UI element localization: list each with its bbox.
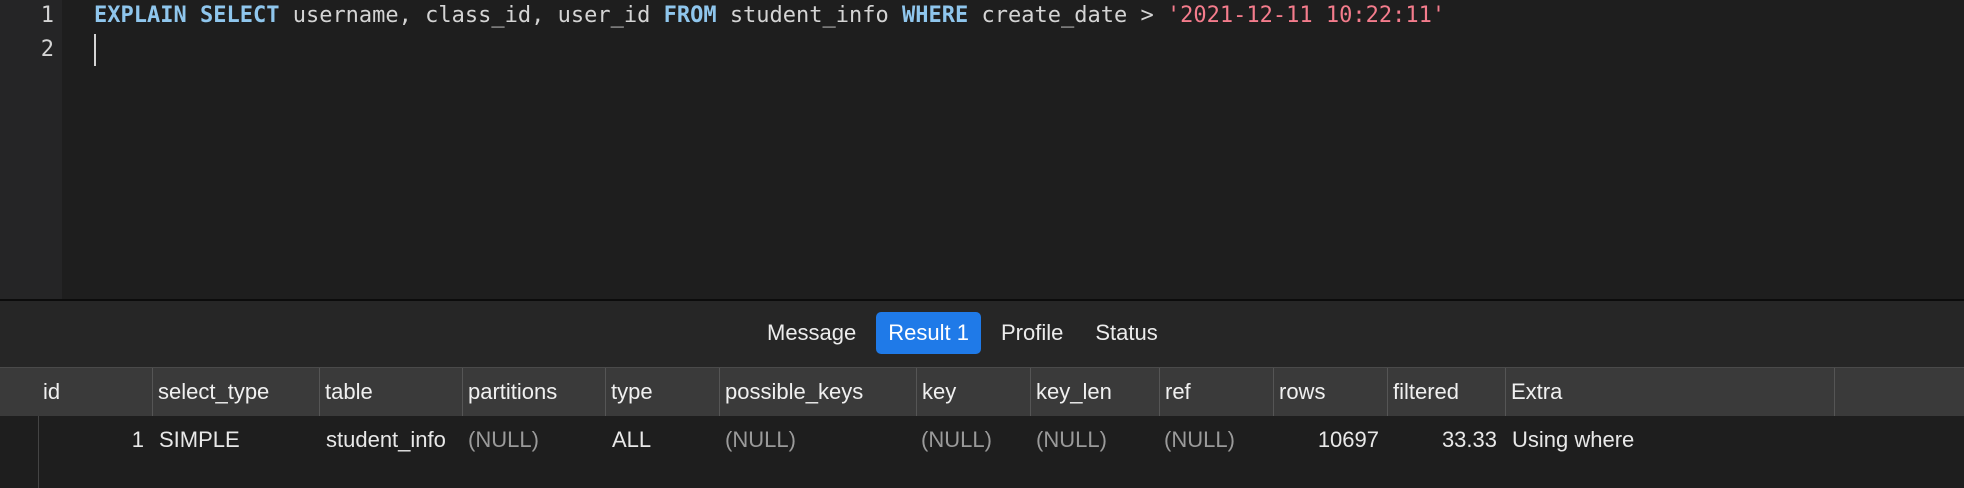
column-header-table[interactable]: table	[319, 368, 462, 416]
line-number: 2	[40, 37, 54, 62]
cell-partitions[interactable]: (NULL)	[468, 424, 539, 456]
cell-key-len[interactable]: (NULL)	[1036, 424, 1107, 456]
code-line-1[interactable]: EXPLAIN SELECT username, class_id, user_…	[94, 0, 1445, 32]
keyword: FROM	[663, 3, 717, 28]
result-grid-body: 1 SIMPLE student_info (NULL) ALL (NULL) …	[0, 416, 1964, 488]
keyword: SELECT	[199, 3, 280, 28]
line-number-gutter: 1 2	[0, 0, 62, 299]
string-literal: '2021-12-11 10:22:11'	[1166, 3, 1446, 28]
sql-editor[interactable]: 1 2 EXPLAIN SELECT username, class_id, u…	[0, 0, 1964, 299]
cell-possible-keys[interactable]: (NULL)	[725, 424, 796, 456]
cell-id[interactable]: 1	[38, 424, 144, 456]
keyword: WHERE	[902, 3, 969, 28]
column-header-extra[interactable]: Extra	[1505, 368, 1834, 416]
column-header-ref[interactable]: ref	[1159, 368, 1273, 416]
cell-rows[interactable]: 10697	[1273, 424, 1379, 456]
text-cursor	[94, 34, 96, 66]
result-tabs-bar: Message Result 1 Profile Status	[0, 301, 1964, 367]
cell-key[interactable]: (NULL)	[921, 424, 992, 456]
result-grid-header: id select_type table partitions type pos…	[0, 367, 1964, 417]
column-header-possible-keys[interactable]: possible_keys	[719, 368, 916, 416]
cell-type[interactable]: ALL	[612, 424, 651, 456]
column-header-filler	[1834, 368, 1964, 416]
tab-message[interactable]: Message	[755, 312, 868, 354]
tab-profile[interactable]: Profile	[989, 312, 1075, 354]
column-header-filtered[interactable]: filtered	[1387, 368, 1505, 416]
column-header-id[interactable]: id	[38, 368, 152, 416]
column-header-select-type[interactable]: select_type	[152, 368, 319, 416]
column-header-key[interactable]: key	[916, 368, 1030, 416]
cell-table[interactable]: student_info	[326, 424, 446, 456]
line-number: 1	[40, 3, 54, 28]
cell-select-type[interactable]: SIMPLE	[159, 424, 240, 456]
column-list: username, class_id, user_id	[292, 3, 651, 28]
cell-extra[interactable]: Using where	[1512, 424, 1634, 456]
tab-status[interactable]: Status	[1083, 312, 1169, 354]
cell-ref[interactable]: (NULL)	[1164, 424, 1235, 456]
column-header-type[interactable]: type	[605, 368, 719, 416]
keyword: EXPLAIN	[94, 3, 187, 28]
condition: create_date >	[981, 3, 1154, 28]
column-header-key-len[interactable]: key_len	[1030, 368, 1159, 416]
tab-result-1[interactable]: Result 1	[876, 312, 981, 354]
column-header-partitions[interactable]: partitions	[462, 368, 605, 416]
column-header-rows[interactable]: rows	[1273, 368, 1387, 416]
table-name: student_info	[729, 3, 889, 28]
cell-filtered[interactable]: 33.33	[1387, 424, 1497, 456]
